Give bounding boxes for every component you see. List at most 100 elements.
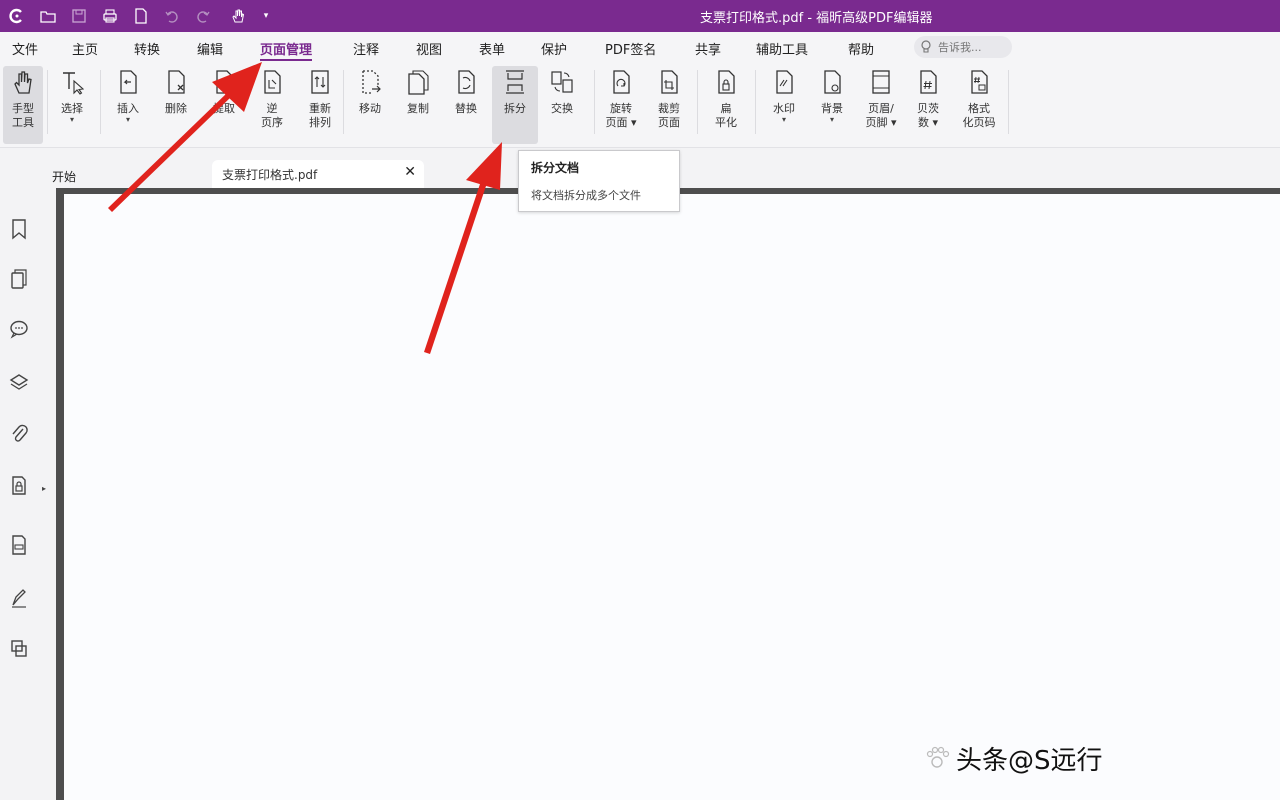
move-page-icon <box>357 68 383 96</box>
ribbon-label: 页眉/ <box>868 102 894 115</box>
header-footer-button[interactable]: 页眉/ 页脚 ▾ <box>858 66 904 144</box>
dropdown-caret: ▾ <box>829 115 834 124</box>
split-button[interactable]: 拆分 <box>492 66 538 144</box>
paw-logo-icon <box>926 746 950 768</box>
ribbon-label: 贝茨 <box>917 102 939 115</box>
title-bar: ▾ 支票打印格式.pdf - 福昕高级PDF编辑器 <box>0 0 1280 32</box>
document-view[interactable] <box>56 188 1280 800</box>
split-icon <box>502 68 528 96</box>
menu-help[interactable]: 帮助 <box>848 39 874 58</box>
ribbon-separator <box>697 70 698 134</box>
bates-number-button[interactable]: 贝茨 数 ▾ <box>908 66 948 144</box>
menu-share[interactable]: 共享 <box>695 39 721 58</box>
ribbon-label: 逆 <box>266 102 278 115</box>
select-text-icon <box>59 68 85 96</box>
print-icon[interactable] <box>99 6 121 26</box>
insert-button[interactable]: 插入 ▾ <box>108 66 148 144</box>
bates-number-icon <box>915 68 941 96</box>
ribbon-label: 移动 <box>359 102 381 115</box>
menu-convert[interactable]: 转换 <box>134 39 160 58</box>
menu-protect[interactable]: 保护 <box>541 39 567 58</box>
dropdown-caret: ▾ <box>781 115 786 124</box>
ribbon-label: 拆分 <box>504 102 526 115</box>
ribbon-label: 格式 <box>968 102 990 115</box>
document-page[interactable] <box>64 194 1280 800</box>
rotate-page-button[interactable]: 旋转 页面 ▾ <box>598 66 644 144</box>
copy-button[interactable]: 复制 <box>398 66 438 144</box>
ribbon-label: 裁剪 <box>658 102 680 115</box>
menu-file[interactable]: 文件 <box>12 39 38 58</box>
security-icon[interactable] <box>8 474 30 496</box>
attachment-icon[interactable] <box>8 423 30 445</box>
swap-button[interactable]: 交换 <box>542 66 582 144</box>
open-folder-icon[interactable] <box>37 6 59 26</box>
rotate-page-icon <box>608 68 634 96</box>
flatten-icon <box>713 68 739 96</box>
ribbon-label: 扁 <box>720 102 732 115</box>
quick-access-toolbar: ▾ <box>6 6 279 26</box>
rearrange-icon <box>307 68 333 96</box>
extract-button[interactable]: 提取 <box>204 66 244 144</box>
hand-tool-button[interactable]: 手型 工具 <box>3 66 43 144</box>
form-icon[interactable] <box>8 534 30 556</box>
undo-icon[interactable] <box>161 6 183 26</box>
menu-form[interactable]: 表单 <box>479 39 505 58</box>
new-doc-icon[interactable] <box>130 6 152 26</box>
tooltip-description: 将文档拆分成多个文件 <box>531 189 641 202</box>
header-footer-icon <box>868 68 894 96</box>
compare-icon[interactable] <box>8 638 30 660</box>
bookmark-icon[interactable] <box>8 218 30 240</box>
flatten-button[interactable]: 扁 平化 <box>706 66 746 144</box>
customize-dropdown[interactable]: ▾ <box>262 6 270 26</box>
background-icon <box>819 68 845 96</box>
watermark: 头条@S远行 <box>922 740 1103 776</box>
ribbon-label: 删除 <box>165 102 187 115</box>
crop-page-button[interactable]: 裁剪 页面 <box>646 66 692 144</box>
menu-view[interactable]: 视图 <box>416 39 442 58</box>
format-page-number-button[interactable]: 格式 化页码 <box>956 66 1002 144</box>
ribbon-separator <box>1008 70 1009 134</box>
replace-button[interactable]: 替换 <box>446 66 486 144</box>
menu-pdf-sign[interactable]: PDF签名 <box>605 39 656 58</box>
app-logo-icon[interactable] <box>6 6 28 26</box>
rearrange-button[interactable]: 重新 排列 <box>300 66 340 144</box>
menu-edit[interactable]: 编辑 <box>197 39 223 58</box>
menu-page-management[interactable]: 页面管理 <box>260 39 313 61</box>
close-icon[interactable]: ✕ <box>404 164 416 180</box>
menu-comment[interactable]: 注释 <box>353 39 379 58</box>
search-input[interactable] <box>938 40 1008 54</box>
ribbon-label-2: 数 ▾ <box>917 116 939 129</box>
tab-start[interactable]: 开始 <box>40 164 210 188</box>
layers-icon[interactable] <box>8 372 30 394</box>
ribbon-label: 背景 <box>821 102 843 115</box>
watermark-button[interactable]: 水印 ▾ <box>764 66 804 144</box>
ribbon-toolbar: 手型 工具 选择 ▾ 插入 ▾ 删除 提取 逆 页序 重新 排列 移动 复制 替… <box>0 62 1280 148</box>
split-tooltip: 拆分文档 将文档拆分成多个文件 <box>518 150 680 212</box>
comments-icon[interactable] <box>8 318 30 340</box>
move-button[interactable]: 移动 <box>350 66 390 144</box>
menu-accessibility[interactable]: 辅助工具 <box>756 39 808 58</box>
ribbon-label: 重新 <box>309 102 331 115</box>
ribbon-label: 旋转 <box>610 102 632 115</box>
signature-icon[interactable] <box>8 587 30 609</box>
save-icon[interactable] <box>68 6 90 26</box>
watermark-icon <box>771 68 797 96</box>
ribbon-label: 水印 <box>773 102 795 115</box>
reverse-order-icon <box>259 68 285 96</box>
hand-icon <box>10 68 36 96</box>
ribbon-label: 替换 <box>455 102 477 115</box>
tab-document[interactable]: 支票打印格式.pdf ✕ <box>212 160 424 188</box>
background-button[interactable]: 背景 ▾ <box>812 66 852 144</box>
pages-icon[interactable] <box>8 268 30 290</box>
delete-page-icon <box>163 68 189 96</box>
redo-icon[interactable] <box>192 6 214 26</box>
navigation-sidebar <box>0 188 40 800</box>
menu-home[interactable]: 主页 <box>72 39 98 58</box>
reverse-order-button[interactable]: 逆 页序 <box>252 66 292 144</box>
search-box[interactable] <box>914 36 1012 58</box>
ribbon-separator <box>755 70 756 134</box>
hand-tool-icon[interactable] <box>223 6 253 26</box>
delete-button[interactable]: 删除 <box>156 66 196 144</box>
sidebar-collapse-toggle[interactable]: ▸ <box>42 484 46 493</box>
select-button[interactable]: 选择 ▾ <box>52 66 92 144</box>
